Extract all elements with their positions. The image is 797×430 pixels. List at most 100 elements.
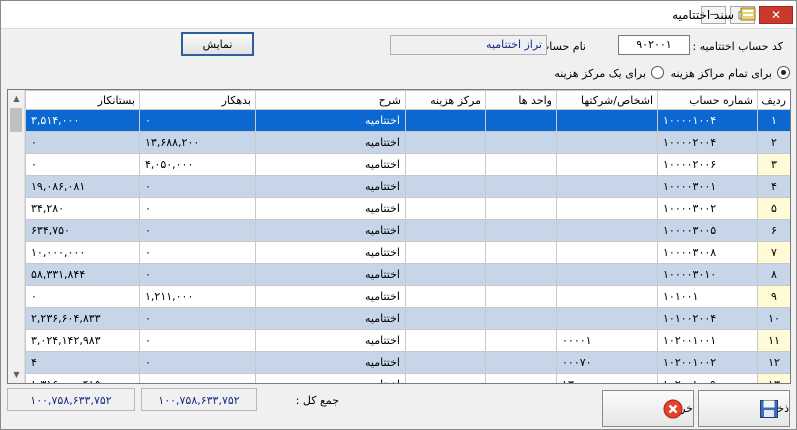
unit-cell[interactable]	[485, 285, 557, 308]
scroll-up-icon[interactable]: ▲	[8, 90, 25, 107]
account-number-cell[interactable]: ۱۰۱۰۰۱	[657, 285, 758, 308]
unit-cell[interactable]	[485, 241, 557, 264]
cost-center-cell[interactable]	[405, 373, 486, 383]
person-cell[interactable]	[556, 153, 658, 176]
description-cell[interactable]: اختتامیه	[255, 175, 406, 198]
row-number-cell[interactable]: ۳	[757, 153, 790, 176]
person-cell[interactable]	[556, 241, 658, 264]
row-number-cell[interactable]: ۵	[757, 197, 790, 220]
account-number-cell[interactable]: ۱۰۰۰۰۳۰۰۵	[657, 219, 758, 242]
cost-center-cell[interactable]	[405, 131, 486, 154]
radio-all-cost-centers[interactable]	[777, 66, 790, 79]
debit-cell[interactable]: ۰	[139, 307, 256, 330]
table-row[interactable]: ۵ ۱۰۰۰۰۳۰۰۲ اختتامیه ۰ ۳۴,۲۸۰	[25, 197, 790, 220]
credit-cell[interactable]: ۱۹,۰۸۶,۰۸۱	[25, 175, 140, 198]
credit-cell[interactable]: ۳,۰۲۴,۱۴۲,۹۸۳	[25, 329, 140, 352]
table-row[interactable]: ۱۲ ۱۰۲۰۰۱۰۰۲ ۰۰۰۷۰ اختتامیه ۰ ۴	[25, 351, 790, 374]
cost-center-cell[interactable]	[405, 285, 486, 308]
credit-cell[interactable]: ۴	[25, 351, 140, 374]
debit-cell[interactable]: ۰	[139, 373, 256, 383]
table-row[interactable]: ۲ ۱۰۰۰۰۲۰۰۴ اختتامیه ۱۳,۶۸۸,۲۰۰ ۰	[25, 131, 790, 154]
vertical-scrollbar[interactable]: ▲ ▼	[8, 90, 25, 383]
table-row[interactable]: ۴ ۱۰۰۰۰۳۰۰۱ اختتامیه ۰ ۱۹,۰۸۶,۰۸۱	[25, 175, 790, 198]
debit-cell[interactable]: ۴,۰۵۰,۰۰۰	[139, 153, 256, 176]
credit-cell[interactable]: ۳۴,۲۸۰	[25, 197, 140, 220]
unit-cell[interactable]	[485, 307, 557, 330]
column-header[interactable]: اشخاص/شرکتها	[556, 90, 658, 110]
account-code-field[interactable]: ۹۰۲۰۰۱	[618, 35, 690, 55]
row-number-cell[interactable]: ۸	[757, 263, 790, 286]
credit-cell[interactable]: ۰	[25, 131, 140, 154]
unit-cell[interactable]	[485, 329, 557, 352]
exit-button[interactable]: خروج	[602, 390, 694, 427]
person-cell[interactable]	[556, 131, 658, 154]
column-header[interactable]: شرح	[255, 90, 406, 110]
person-cell[interactable]: ۰۰۰۷۰	[556, 351, 658, 374]
table-row[interactable]: ۸ ۱۰۰۰۰۳۰۱۰ اختتامیه ۰ ۵۸,۳۳۱,۸۴۴	[25, 263, 790, 286]
person-cell[interactable]: ۱۳	[556, 373, 658, 383]
debit-cell[interactable]: ۰	[139, 175, 256, 198]
person-cell[interactable]: ۰۰۰۰۱	[556, 329, 658, 352]
account-number-cell[interactable]: ۱۰۲۰۰۱۰۰۱	[657, 329, 758, 352]
unit-cell[interactable]	[485, 109, 557, 132]
unit-cell[interactable]	[485, 197, 557, 220]
cost-center-cell[interactable]	[405, 263, 486, 286]
cost-center-cell[interactable]	[405, 307, 486, 330]
person-cell[interactable]	[556, 263, 658, 286]
row-number-cell[interactable]: ۹	[757, 285, 790, 308]
row-number-cell[interactable]: ۱۰	[757, 307, 790, 330]
table-row[interactable]: ۷ ۱۰۰۰۰۳۰۰۸ اختتامیه ۰ ۱۰,۰۰۰,۰۰۰	[25, 241, 790, 264]
account-number-cell[interactable]: ۱۰۰۰۰۳۰۰۱	[657, 175, 758, 198]
account-number-cell[interactable]: ۱۰۰۰۰۲۰۰۴	[657, 131, 758, 154]
account-number-cell[interactable]: ۱۰۰۰۰۳۰۱۰	[657, 263, 758, 286]
cost-center-cell[interactable]	[405, 351, 486, 374]
account-number-cell[interactable]: ۱۰۲۰۰۱۰۰۹	[657, 373, 758, 383]
column-header[interactable]: واحد ها	[485, 90, 557, 110]
credit-cell[interactable]: ۳,۵۱۴,۰۰۰	[25, 109, 140, 132]
table-row[interactable]: ۹ ۱۰۱۰۰۱ اختتامیه ۱,۲۱۱,۰۰۰ ۰	[25, 285, 790, 308]
row-number-cell[interactable]: ۴	[757, 175, 790, 198]
debit-cell[interactable]: ۱,۲۱۱,۰۰۰	[139, 285, 256, 308]
debit-cell[interactable]: ۰	[139, 109, 256, 132]
table-row[interactable]: ۳ ۱۰۰۰۰۲۰۰۶ اختتامیه ۴,۰۵۰,۰۰۰ ۰	[25, 153, 790, 176]
row-number-cell[interactable]: ۱	[757, 109, 790, 132]
description-cell[interactable]: اختتامیه	[255, 197, 406, 220]
description-cell[interactable]: اختتامیه	[255, 329, 406, 352]
description-cell[interactable]: اختتامیه	[255, 153, 406, 176]
column-header[interactable]: ردیف	[757, 90, 790, 110]
description-cell[interactable]: اختتامیه	[255, 109, 406, 132]
cost-center-cell[interactable]	[405, 329, 486, 352]
unit-cell[interactable]	[485, 263, 557, 286]
table-row[interactable]: ۱ ۱۰۰۰۰۱۰۰۴ اختتامیه ۰ ۳,۵۱۴,۰۰۰	[25, 109, 790, 132]
debit-cell[interactable]: ۰	[139, 197, 256, 220]
person-cell[interactable]	[556, 285, 658, 308]
radio-one-cost-center[interactable]	[651, 66, 664, 79]
account-number-cell[interactable]: ۱۰۰۰۰۳۰۰۸	[657, 241, 758, 264]
debit-cell[interactable]: ۰	[139, 241, 256, 264]
unit-cell[interactable]	[485, 351, 557, 374]
description-cell[interactable]: اختتامیه	[255, 219, 406, 242]
column-header[interactable]: شماره حساب	[657, 90, 758, 110]
credit-cell[interactable]: ۶۳۴,۷۵۰	[25, 219, 140, 242]
credit-cell[interactable]: ۵۸,۳۳۱,۸۴۴	[25, 263, 140, 286]
account-number-cell[interactable]: ۱۰۰۰۰۱۰۰۴	[657, 109, 758, 132]
row-number-cell[interactable]: ۷	[757, 241, 790, 264]
description-cell[interactable]: اختتامیه	[255, 351, 406, 374]
row-number-cell[interactable]: ۱۱	[757, 329, 790, 352]
column-header[interactable]: مرکز هزینه	[405, 90, 486, 110]
table-row[interactable]: ۱۳۱۰۲۰۰۱۰۰۹۱۳ اختتامیه۰۱,۳۱۶,۰۰۰,۴۱۵	[25, 373, 790, 383]
description-cell[interactable]: اختتامیه	[255, 373, 406, 383]
account-number-cell[interactable]: ۱۰۰۰۰۲۰۰۶	[657, 153, 758, 176]
table-row[interactable]: ۱۱ ۱۰۲۰۰۱۰۰۱ ۰۰۰۰۱ اختتامیه ۰ ۳,۰۲۴,۱۴۲,۹۸۳	[25, 329, 790, 352]
description-cell[interactable]: اختتامیه	[255, 241, 406, 264]
cost-center-cell[interactable]	[405, 219, 486, 242]
cost-center-cell[interactable]	[405, 241, 486, 264]
unit-cell[interactable]	[485, 219, 557, 242]
scroll-down-icon[interactable]: ▼	[8, 366, 25, 383]
debit-cell[interactable]: ۱۳,۶۸۸,۲۰۰	[139, 131, 256, 154]
account-number-cell[interactable]: ۱۰۲۰۰۱۰۰۲	[657, 351, 758, 374]
table-row[interactable]: ۶ ۱۰۰۰۰۳۰۰۵ اختتامیه ۰ ۶۳۴,۷۵۰	[25, 219, 790, 242]
description-cell[interactable]: اختتامیه	[255, 285, 406, 308]
unit-cell[interactable]	[485, 153, 557, 176]
description-cell[interactable]: اختتامیه	[255, 307, 406, 330]
